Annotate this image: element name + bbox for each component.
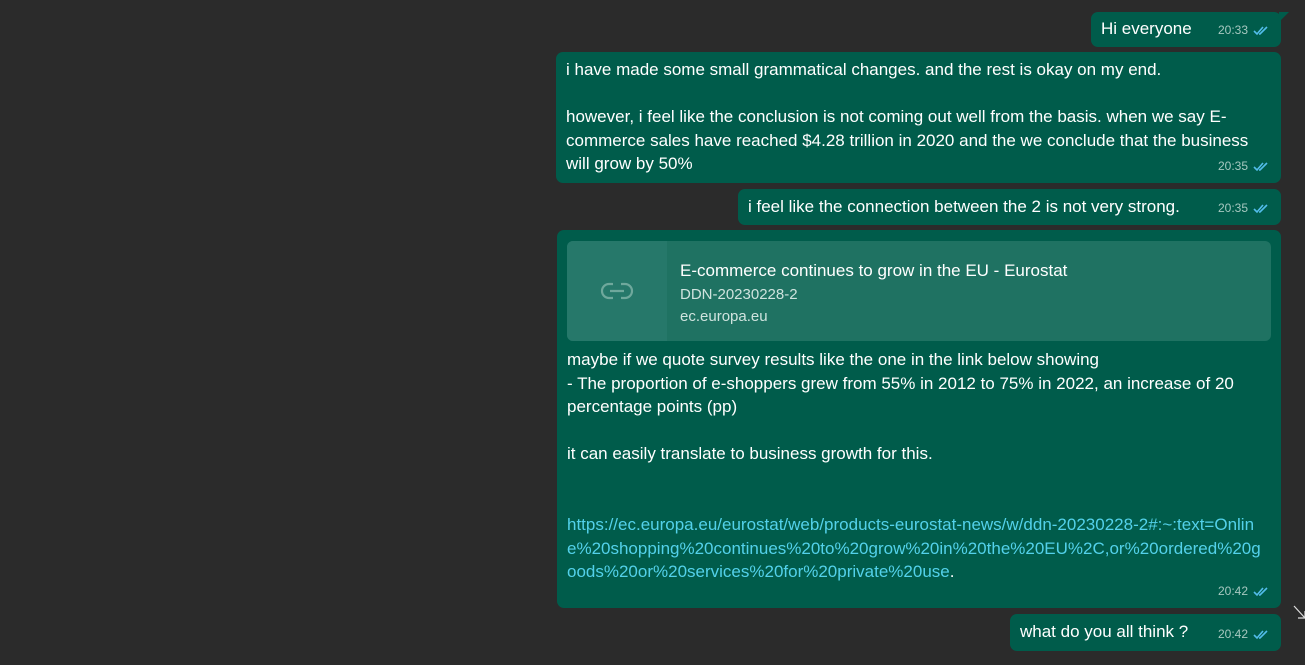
message-text: Hi everyone [1101, 19, 1192, 38]
message-meta: 20:33 [1218, 19, 1269, 43]
link-icon [600, 282, 634, 300]
message-text: what do you all think ? [1020, 622, 1189, 641]
message-bubble[interactable]: i feel like the connection between the 2… [738, 189, 1281, 225]
link-preview-title: E-commerce continues to grow in the EU -… [680, 261, 1068, 280]
message-bubble[interactable]: what do you all think ? 20:42 [1010, 614, 1281, 651]
link-suffix: . [949, 562, 955, 581]
message-link[interactable]: https://ec.europa.eu/eurostat/web/produc… [567, 515, 1261, 581]
message-meta: 20:35 [1218, 155, 1269, 179]
message-text: maybe if we quote survey results like th… [567, 350, 1234, 463]
message-time: 20:33 [1217, 22, 1248, 37]
double-check-read-icon [1253, 204, 1268, 213]
message-time: 20:35 [1217, 158, 1248, 173]
message-meta: 20:42 [1218, 580, 1269, 604]
double-check-read-icon [1253, 630, 1268, 639]
chat-panel: Hi everyone 20:33 i have made some small… [0, 0, 1305, 665]
message-time: 20:42 [1217, 583, 1248, 598]
message-time: 20:42 [1217, 626, 1248, 641]
double-check-read-icon [1253, 26, 1268, 35]
link-preview-description: DDN-20230228-2 [680, 286, 798, 303]
double-check-read-icon [1253, 587, 1268, 596]
resize-cursor-icon [1293, 605, 1305, 619]
message-text: i have made some small grammatical chang… [566, 60, 1249, 173]
message-bubble[interactable]: Hi everyone 20:33 [1091, 12, 1289, 47]
message-bubble[interactable]: i have made some small grammatical chang… [556, 52, 1281, 183]
message-link-block: https://ec.europa.eu/eurostat/web/produc… [567, 513, 1267, 584]
message-meta: 20:42 [1218, 623, 1269, 647]
link-preview-domain: ec.europa.eu [680, 308, 768, 325]
message-bubble[interactable]: E-commerce continues to grow in the EU -… [557, 230, 1281, 608]
link-preview-card[interactable]: E-commerce continues to grow in the EU -… [567, 241, 1271, 341]
link-preview-thumbnail [567, 241, 667, 341]
message-meta: 20:35 [1218, 197, 1269, 221]
message-time: 20:35 [1217, 200, 1248, 215]
message-text: i feel like the connection between the 2… [748, 197, 1180, 216]
double-check-read-icon [1253, 162, 1268, 171]
